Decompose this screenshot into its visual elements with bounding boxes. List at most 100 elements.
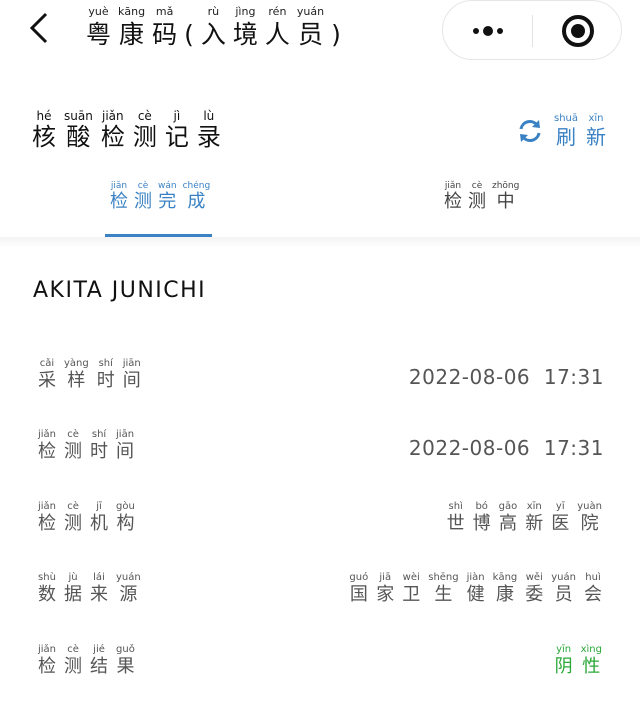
hanzi: 检 — [38, 513, 57, 534]
title-paren: ) — [331, 20, 341, 49]
tab-char: cè 测 — [134, 182, 152, 211]
hanzi: 完 — [158, 191, 177, 212]
hanzi: 测 — [468, 191, 486, 212]
label-char: lái 来 — [90, 573, 108, 604]
hanzi: 采 — [38, 370, 56, 391]
hanzi: 生 — [434, 584, 453, 605]
more-button[interactable] — [443, 1, 532, 61]
label-char: jù 据 — [64, 573, 82, 604]
value-char: yīn 阴 — [555, 645, 573, 676]
hanzi: 检 — [100, 123, 125, 151]
hanzi: 结 — [90, 656, 109, 677]
more-dots-icon — [473, 28, 479, 34]
hanzi: 健 — [466, 584, 485, 605]
value-char: jiā 家 — [376, 573, 394, 604]
value-char: yuán 员 — [551, 573, 576, 604]
hanzi: 果 — [116, 656, 135, 677]
pinyin: kāng — [492, 572, 518, 583]
pinyin: shù — [38, 572, 56, 583]
hanzi: 核 — [32, 123, 56, 151]
value-char: bó 博 — [473, 502, 491, 533]
chevron-left-icon — [29, 12, 48, 44]
refresh-button[interactable]: shuā 刷 xīn 新 — [516, 114, 606, 147]
value-char: kāng 康 — [493, 573, 518, 604]
pinyin: yuàn — [577, 501, 602, 512]
hanzi: 时 — [96, 370, 115, 391]
hanzi: 国 — [349, 584, 368, 605]
close-button[interactable] — [533, 1, 623, 61]
hanzi: 测 — [64, 656, 83, 677]
tab-test-completed[interactable]: jiǎn 检 cè 测 wán 完 chéng 成 — [110, 182, 210, 211]
label-char: cè 测 — [64, 645, 82, 676]
more-dots-icon-right — [497, 28, 503, 34]
pinyin: shí — [98, 358, 113, 369]
value-char: huì 会 — [584, 573, 602, 604]
hanzi: 高 — [498, 513, 517, 534]
hanzi: 成 — [187, 191, 206, 212]
label-char: yuán 源 — [116, 573, 141, 604]
section-title-char: cè 测 — [133, 110, 157, 149]
pinyin: wěi — [525, 572, 543, 583]
label-char: jiǎn 检 — [38, 645, 56, 676]
value-char: shēng 生 — [428, 573, 458, 604]
title-char: rù 入 — [201, 6, 226, 47]
hanzi: 检 — [444, 191, 462, 212]
tab-char: chéng 成 — [183, 182, 211, 211]
label-char: cè 测 — [64, 502, 82, 533]
label-char: gòu 构 — [116, 502, 135, 533]
hanzi: 员 — [554, 584, 573, 605]
detail-label: jiǎn 检 cè 测 jī 机 gòu 构 — [38, 502, 135, 533]
hanzi: 检 — [38, 441, 57, 462]
pinyin: hé — [36, 109, 52, 123]
hanzi: 中 — [496, 191, 515, 212]
detail-value: 2022-08-06 17:31 — [408, 436, 604, 460]
hanzi: 卫 — [402, 584, 421, 605]
pinyin: rén — [268, 5, 287, 18]
label-char: jiān 间 — [123, 359, 141, 390]
hanzi: 入 — [200, 20, 226, 49]
value-char: guó 国 — [349, 573, 368, 604]
value-char: xìng 性 — [581, 645, 602, 676]
tabs-divider — [0, 237, 640, 247]
test-result-value: yīn 阴 xìng 性 — [555, 645, 602, 676]
page-title: yuè 粤 kāng 康 mǎ 码(rù 入 jìng 境 rén 人 yuán 员) — [86, 6, 341, 47]
pinyin: kāng — [118, 5, 146, 18]
hanzi: 间 — [116, 441, 135, 462]
pinyin: cè — [137, 181, 149, 191]
hanzi: 世 — [446, 513, 465, 534]
pinyin: jiǎn — [38, 429, 57, 440]
pinyin: guǒ — [116, 644, 135, 655]
refresh-icon — [519, 120, 541, 142]
pinyin: suān — [64, 109, 93, 123]
title-char: rén 人 — [265, 6, 290, 47]
hanzi: 人 — [264, 20, 290, 49]
pinyin: wèi — [402, 572, 420, 583]
pinyin: yuán — [551, 572, 576, 583]
pinyin: jù — [68, 572, 78, 583]
pinyin: shì — [448, 501, 463, 512]
tab-testing[interactable]: jiǎn 检 cè 测 zhōng 中 — [444, 182, 519, 211]
pinyin: rù — [207, 5, 220, 18]
pinyin: jiǎn — [38, 501, 57, 512]
back-button[interactable] — [26, 10, 56, 46]
tab-char: zhōng 中 — [492, 182, 519, 211]
hanzi: 码 — [152, 20, 178, 49]
pinyin: yàng — [64, 358, 89, 369]
hanzi: 测 — [64, 513, 83, 534]
hanzi: 康 — [495, 584, 514, 605]
refresh-char: shuā 刷 — [554, 114, 578, 148]
value-char: yuàn 院 — [577, 502, 602, 533]
pinyin: yuán — [296, 5, 325, 18]
pinyin: jiǎn — [102, 109, 124, 123]
pinyin: cè — [471, 181, 483, 191]
hanzi: 检 — [110, 191, 128, 212]
hanzi: 时 — [90, 441, 109, 462]
pinyin: wán — [158, 181, 177, 191]
hanzi: 酸 — [66, 123, 91, 151]
title-char: yuè 粤 — [86, 6, 111, 47]
refresh-label: shuā 刷 xīn 新 — [554, 114, 606, 148]
hanzi: 性 — [582, 656, 601, 677]
tab-char: jiǎn 检 — [110, 182, 128, 211]
value-char: shì 世 — [447, 502, 465, 533]
hanzi: 样 — [67, 370, 86, 391]
